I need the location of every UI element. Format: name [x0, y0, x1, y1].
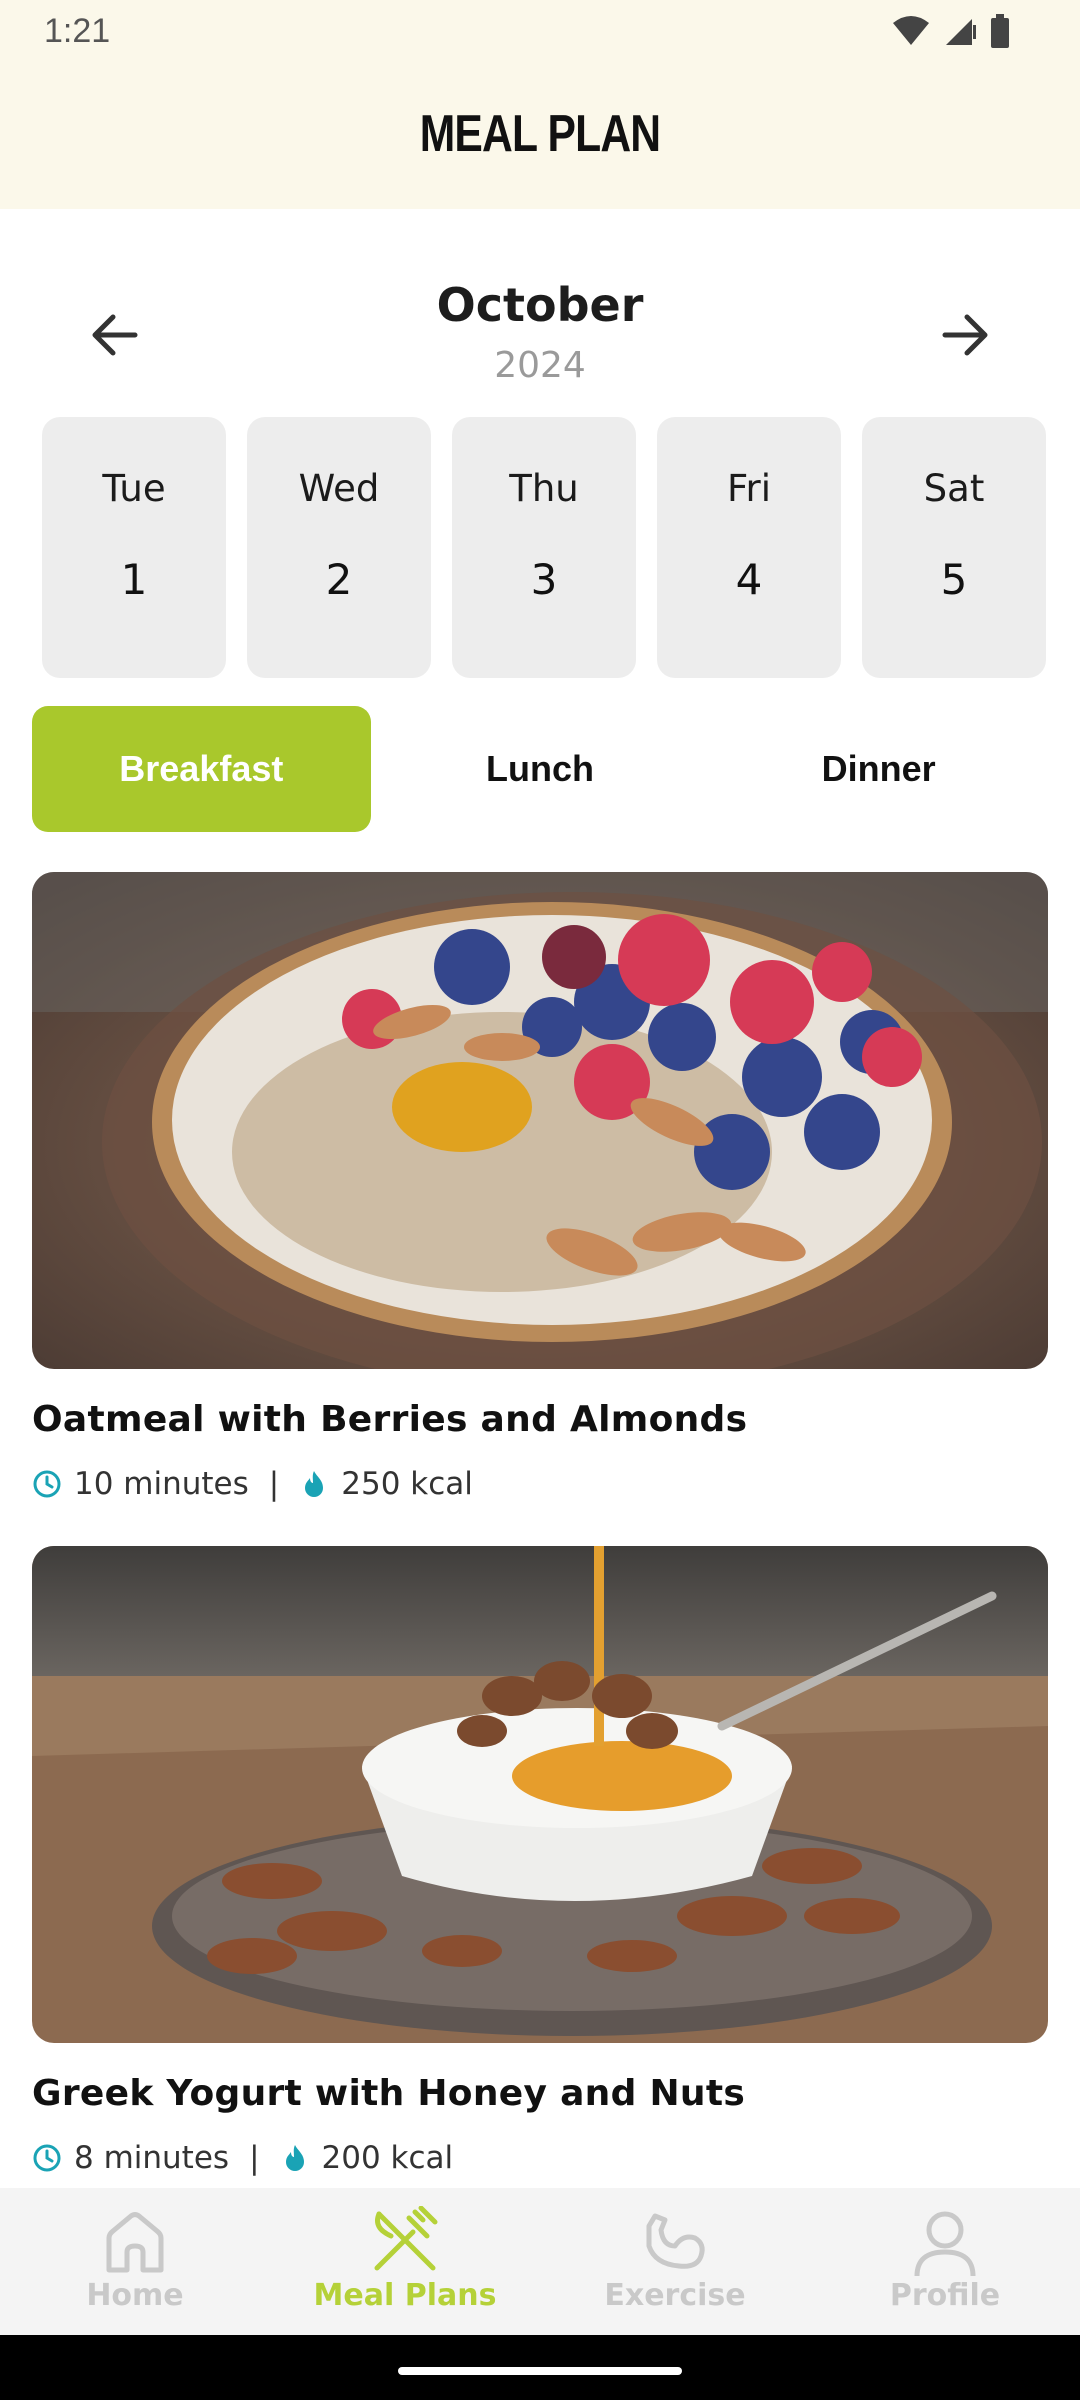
meal-card[interactable]: Oatmeal with Berries and Almonds 10 minu…	[32, 872, 1048, 1502]
meal-title: Greek Yogurt with Honey and Nuts	[32, 2073, 746, 2114]
calories: 200 kcal	[321, 2140, 454, 2176]
nav-home[interactable]: Home	[0, 2188, 270, 2335]
month-label: October	[436, 278, 644, 332]
header: 1:21 MEAL PLAN	[0, 0, 1080, 209]
year-label: 2024	[494, 345, 586, 386]
meta-separator: |	[268, 1466, 280, 1502]
nav-label: Home	[86, 2278, 184, 2313]
flame-icon	[299, 1469, 329, 1499]
calories: 250 kcal	[341, 1466, 473, 1502]
signal-icon	[946, 19, 976, 45]
nav-label: Profile	[889, 2278, 1001, 2313]
fork-knife-icon	[374, 2206, 438, 2271]
tab-lunch[interactable]: Lunch	[371, 706, 710, 832]
day-number: 2	[325, 555, 353, 604]
battery-icon	[991, 14, 1009, 48]
meal-title: Oatmeal with Berries and Almonds	[32, 1399, 748, 1440]
nav-exercise[interactable]: Exercise	[540, 2188, 810, 2335]
oatmeal-photo	[32, 872, 1048, 1369]
wifi-icon	[893, 16, 929, 45]
arrow-right-icon	[942, 314, 988, 356]
nav-profile[interactable]: Profile	[810, 2188, 1080, 2335]
nav-label: Exercise	[604, 2278, 746, 2313]
meta-separator: |	[249, 2140, 260, 2176]
next-month-button[interactable]	[930, 300, 1000, 370]
day-name: Fri	[726, 467, 772, 510]
page-title: MEAL PLAN	[419, 105, 661, 163]
status-time: 1:21	[44, 12, 111, 50]
day-name: Tue	[102, 467, 166, 510]
flexed-arm-icon	[646, 2213, 705, 2269]
day-chip[interactable]: Wed 2	[247, 417, 431, 678]
day-number: 3	[530, 555, 558, 604]
status-icons	[892, 14, 1010, 48]
home-icon	[106, 2212, 164, 2273]
nav-meal-plans[interactable]: Meal Plans	[270, 2188, 540, 2335]
home-gesture-bar[interactable]	[398, 2367, 682, 2375]
day-number: 4	[735, 555, 763, 604]
flame-icon	[280, 2143, 310, 2173]
tab-dinner[interactable]: Dinner	[709, 706, 1048, 832]
person-icon	[914, 2211, 976, 2277]
bottom-nav: Home Meal Plans Exercise Profile	[0, 2188, 1080, 2335]
day-name: Sat	[923, 467, 985, 510]
prep-time: 10 minutes	[74, 1466, 249, 1502]
greek-yogurt-photo	[32, 1546, 1048, 2043]
day-chip[interactable]: Tue 1	[42, 417, 226, 678]
day-chip[interactable]: Thu 3	[452, 417, 636, 678]
prep-time: 8 minutes	[74, 2140, 230, 2176]
meal-meta: 10 minutes | 250 kcal	[32, 1466, 1048, 1502]
meal-meta: 8 minutes | 200 kcal	[32, 2140, 1048, 2176]
nav-label: Meal Plans	[313, 2278, 497, 2313]
clock-icon	[32, 2143, 62, 2173]
clock-icon	[32, 1469, 62, 1499]
day-name: Wed	[298, 467, 380, 510]
meal-card[interactable]: Greek Yogurt with Honey and Nuts 8 minut…	[32, 1546, 1048, 2176]
day-selector: Tue 1 Wed 2 Thu 3 Fri 4 Sat 5	[42, 417, 1046, 678]
day-number: 5	[940, 555, 968, 604]
day-name: Thu	[509, 467, 579, 510]
meal-type-tabs: Breakfast Lunch Dinner	[32, 706, 1048, 832]
tab-breakfast[interactable]: Breakfast	[32, 706, 371, 832]
day-chip[interactable]: Sat 5	[862, 417, 1046, 678]
day-number: 1	[120, 555, 148, 604]
day-chip[interactable]: Fri 4	[657, 417, 841, 678]
